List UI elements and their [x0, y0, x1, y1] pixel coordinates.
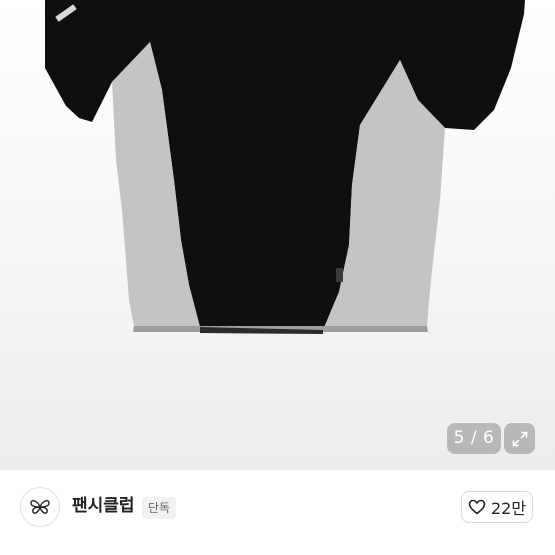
- tshirt-photo: [45, 0, 525, 334]
- butterfly-logo-icon: [30, 499, 50, 514]
- exclusive-badge: 단독: [142, 497, 177, 519]
- shop-logo[interactable]: [20, 487, 60, 527]
- expand-icon: [512, 431, 527, 446]
- expand-button[interactable]: [504, 423, 535, 454]
- heart-icon: [468, 499, 486, 515]
- image-counter: 5 / 6: [447, 423, 501, 454]
- like-button[interactable]: 22만: [461, 491, 533, 523]
- like-count: 22만: [490, 499, 527, 518]
- shop-name[interactable]: 팬시클럽: [72, 494, 135, 518]
- product-image[interactable]: 5 / 6: [0, 0, 555, 470]
